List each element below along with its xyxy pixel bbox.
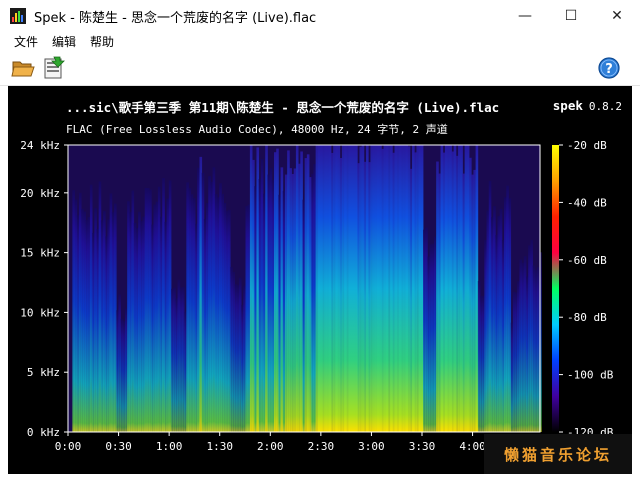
x-tick-label: 3:30 bbox=[409, 440, 436, 453]
title-bar: Spek - 陈楚生 - 思念一个荒废的名字 (Live).flac — ☐ ✕ bbox=[0, 0, 640, 32]
open-file-button[interactable] bbox=[11, 56, 37, 80]
y-tick-label: 24 kHz bbox=[20, 139, 60, 152]
colorbar-tick-label: -100 dB bbox=[567, 369, 614, 382]
y-tick-label: 15 kHz bbox=[20, 247, 60, 260]
x-tick-label: 0:30 bbox=[105, 440, 132, 453]
y-tick-label: 0 kHz bbox=[27, 426, 60, 439]
y-tick-label: 5 kHz bbox=[27, 366, 60, 379]
colorbar-tick-label: -60 dB bbox=[567, 254, 607, 267]
x-tick-label: 2:00 bbox=[257, 440, 284, 453]
y-tick-label: 10 kHz bbox=[20, 306, 60, 319]
save-icon bbox=[44, 56, 65, 79]
y-tick-label: 20 kHz bbox=[20, 187, 60, 200]
spectrogram-panel: ...sic\歌手第三季 第11期\陈楚生 - 思念一个荒废的名字 (Live)… bbox=[8, 86, 632, 474]
x-tick-label: 3:00 bbox=[358, 440, 385, 453]
help-button[interactable]: ? bbox=[596, 56, 622, 80]
minimize-button[interactable]: — bbox=[502, 0, 548, 32]
menu-file[interactable]: 文件 bbox=[9, 33, 43, 50]
x-tick-label: 4:00 bbox=[459, 440, 486, 453]
menu-bar: 文件 编辑 帮助 bbox=[0, 32, 640, 51]
maximize-button[interactable]: ☐ bbox=[548, 0, 594, 32]
menu-edit[interactable]: 编辑 bbox=[47, 33, 81, 50]
x-tick-label: 0:00 bbox=[55, 440, 82, 453]
colorbar-tick-label: -20 dB bbox=[567, 139, 607, 152]
close-button[interactable]: ✕ bbox=[594, 0, 640, 32]
help-glyph: ? bbox=[605, 62, 613, 77]
spectrogram-chart: 0:00 0:30 1:00 1:30 2:00 2:30 3:00 3:30 4:00 0 kH… bbox=[20, 139, 614, 453]
watermark: 懒猫音乐论坛 bbox=[484, 434, 632, 474]
window-controls: — ☐ ✕ bbox=[502, 0, 640, 32]
help-icon: ? bbox=[598, 57, 620, 79]
x-tick-label: 2:30 bbox=[308, 440, 335, 453]
x-tick-label: 1:30 bbox=[206, 440, 233, 453]
x-tick-label: 1:00 bbox=[156, 440, 183, 453]
window-title: Spek - 陈楚生 - 思念一个荒废的名字 (Live).flac bbox=[34, 10, 317, 26]
spek-app-icon bbox=[10, 8, 26, 24]
colorbar bbox=[552, 145, 559, 432]
open-folder-icon bbox=[11, 61, 35, 77]
save-button[interactable] bbox=[41, 56, 67, 80]
toolbar: ? bbox=[0, 51, 640, 86]
colorbar-tick-label: -40 dB bbox=[567, 196, 607, 209]
menu-help[interactable]: 帮助 bbox=[85, 33, 119, 50]
colorbar-tick-label: -80 dB bbox=[567, 311, 607, 324]
